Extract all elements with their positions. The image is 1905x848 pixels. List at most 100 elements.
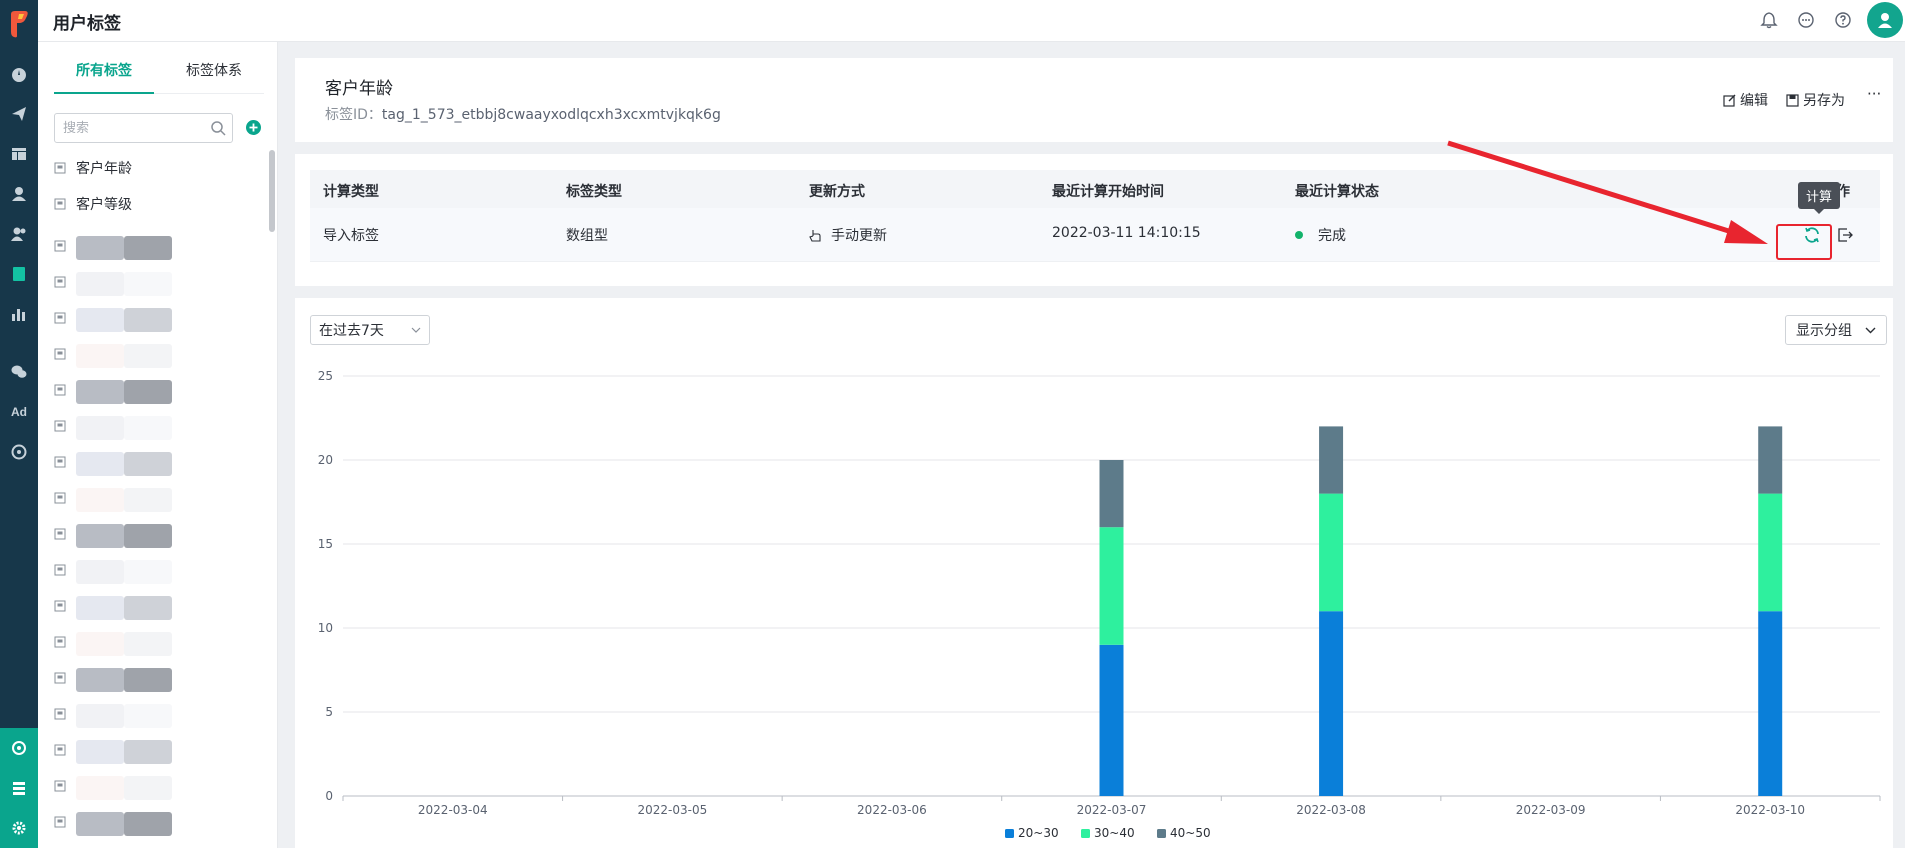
obscured-tag-label bbox=[76, 812, 124, 836]
table-row: 导入标签 数组型 手动更新 2022-03-11 14:10:15 完成 bbox=[310, 208, 1880, 262]
y-tick-label: 25 bbox=[318, 369, 333, 383]
search-icon[interactable] bbox=[210, 120, 226, 136]
edit-button[interactable]: 编辑 bbox=[1723, 90, 1768, 110]
chart-card: 在过去7天 显示分组 0 5 10 15 20 25 2022-03-04 2022-03-0… bbox=[295, 298, 1893, 848]
obscured-tag-label bbox=[76, 560, 124, 584]
legend-swatch bbox=[1081, 829, 1090, 838]
obscured-tag-label bbox=[124, 524, 172, 548]
ad-icon[interactable]: Ad bbox=[0, 394, 38, 430]
x-tick-label: 2022-03-05 bbox=[637, 803, 707, 817]
obscured-tag-label bbox=[124, 344, 172, 368]
save-as-label: 另存为 bbox=[1803, 93, 1845, 109]
tab-tag-system[interactable]: 标签体系 bbox=[164, 56, 264, 94]
tag-item-icon bbox=[54, 348, 66, 360]
more-actions-button[interactable]: ··· bbox=[1867, 85, 1881, 103]
dashboard-icon[interactable] bbox=[0, 56, 38, 92]
obscured-tag-label bbox=[124, 236, 172, 260]
legend-label: 30~40 bbox=[1094, 826, 1135, 840]
table-header-row: 计算类型 标签类型 更新方式 最近计算开始时间 最近计算状态 作 bbox=[310, 170, 1880, 208]
plus-icon bbox=[249, 123, 258, 132]
tag-item-icon bbox=[54, 672, 66, 684]
obscured-tag-label bbox=[76, 344, 124, 368]
search-input[interactable] bbox=[55, 114, 205, 142]
x-tick-label: 2022-03-09 bbox=[1516, 803, 1586, 817]
x-tick-label: 2022-03-04 bbox=[418, 803, 488, 817]
legend-label: 40~50 bbox=[1170, 826, 1211, 840]
server-icon[interactable] bbox=[0, 770, 38, 806]
rail-bottom-panel bbox=[0, 728, 38, 848]
message-icon[interactable] bbox=[1797, 11, 1815, 29]
tag-item-icon bbox=[54, 636, 66, 648]
cell-tag-type: 数组型 bbox=[566, 228, 608, 244]
col-tag-type: 标签类型 bbox=[566, 184, 622, 200]
calc-info-card: 计算类型 标签类型 更新方式 最近计算开始时间 最近计算状态 作 导入标签 数组… bbox=[295, 154, 1893, 286]
x-tick-label: 2022-03-06 bbox=[857, 803, 927, 817]
cell-update-method: 手动更新 bbox=[809, 225, 887, 245]
bar-chart-icon[interactable] bbox=[0, 296, 38, 332]
y-tick-label: 5 bbox=[325, 705, 333, 719]
y-tick-label: 10 bbox=[318, 621, 333, 635]
col-last-status: 最近计算状态 bbox=[1295, 184, 1379, 200]
bar-segment bbox=[1319, 426, 1344, 494]
wechat-icon[interactable] bbox=[0, 354, 38, 390]
obscured-tag-label bbox=[124, 704, 172, 728]
tab-all-tags[interactable]: 所有标签 bbox=[54, 56, 154, 94]
col-update-method: 更新方式 bbox=[809, 184, 865, 200]
send-icon[interactable] bbox=[0, 96, 38, 132]
user-icon[interactable] bbox=[0, 176, 38, 212]
save-as-button[interactable]: 另存为 bbox=[1786, 90, 1845, 110]
tag-item-icon bbox=[54, 564, 66, 576]
calc-tooltip: 计算 bbox=[1798, 182, 1841, 214]
tag-id-label: 标签ID： bbox=[325, 107, 382, 123]
bar-segment bbox=[1758, 426, 1783, 494]
circle-progress-icon[interactable] bbox=[0, 434, 38, 470]
obscured-tag-label bbox=[124, 632, 172, 656]
obscured-tag-label bbox=[124, 812, 172, 836]
obscured-tag-label bbox=[124, 380, 172, 404]
tag-item-icon bbox=[54, 780, 66, 792]
obscured-tag-label bbox=[76, 632, 124, 656]
obscured-tag-label bbox=[124, 560, 172, 584]
edit-button-label: 编辑 bbox=[1740, 93, 1768, 109]
tag-name: 客户年龄 bbox=[325, 79, 393, 99]
sidebar-scrollbar[interactable] bbox=[269, 150, 275, 232]
bot-icon[interactable] bbox=[0, 730, 38, 766]
bar-segment bbox=[1099, 460, 1124, 528]
avatar-user-icon bbox=[1878, 13, 1892, 28]
obscured-tag-label bbox=[76, 740, 124, 764]
legend-swatch bbox=[1157, 829, 1166, 838]
obscured-tag-label bbox=[76, 524, 124, 548]
user-group-icon[interactable] bbox=[0, 216, 38, 252]
bar-segment bbox=[1099, 644, 1124, 796]
status-dot bbox=[1295, 231, 1303, 239]
obscured-tag-label bbox=[76, 236, 124, 260]
tag-item-label: 客户年龄 bbox=[76, 161, 132, 177]
tag-id: 标签ID：tag_1_573_etbbj8cwaayxodlqcxh3xcxmt… bbox=[325, 104, 721, 124]
obscured-tag-label bbox=[124, 740, 172, 764]
tag-list-item[interactable]: 客户年龄 bbox=[54, 156, 132, 180]
tag-item-icon bbox=[54, 816, 66, 828]
x-tick-label: 2022-03-10 bbox=[1735, 803, 1805, 817]
legend-label: 20~30 bbox=[1018, 826, 1059, 840]
tag-list-item[interactable]: 客户等级 bbox=[54, 192, 132, 216]
tag-item-icon bbox=[54, 198, 66, 210]
app-logo-icon[interactable] bbox=[7, 10, 31, 38]
layout-icon[interactable] bbox=[0, 136, 38, 172]
help-icon[interactable] bbox=[1834, 11, 1852, 29]
tag-item-icon bbox=[54, 276, 66, 288]
tag-item-icon bbox=[54, 384, 66, 396]
settings-gear-icon[interactable] bbox=[0, 810, 38, 846]
tag-item-label: 客户等级 bbox=[76, 197, 132, 213]
tag-id-value: tag_1_573_etbbj8cwaayxodlqcxh3xcxmtvjkqk… bbox=[381, 107, 721, 123]
cell-last-status: 完成 bbox=[1295, 225, 1346, 245]
obscured-tag-label bbox=[76, 668, 124, 692]
legend-swatch bbox=[1005, 829, 1014, 838]
export-button[interactable] bbox=[1835, 225, 1855, 245]
notification-bell-icon[interactable] bbox=[1760, 11, 1778, 29]
tag-item-icon bbox=[54, 162, 66, 174]
add-tag-button[interactable] bbox=[246, 120, 261, 135]
tag-item-icon bbox=[54, 600, 66, 612]
tag-icon[interactable] bbox=[0, 256, 38, 292]
user-avatar[interactable] bbox=[1867, 2, 1903, 38]
obscured-tag-label bbox=[124, 416, 172, 440]
